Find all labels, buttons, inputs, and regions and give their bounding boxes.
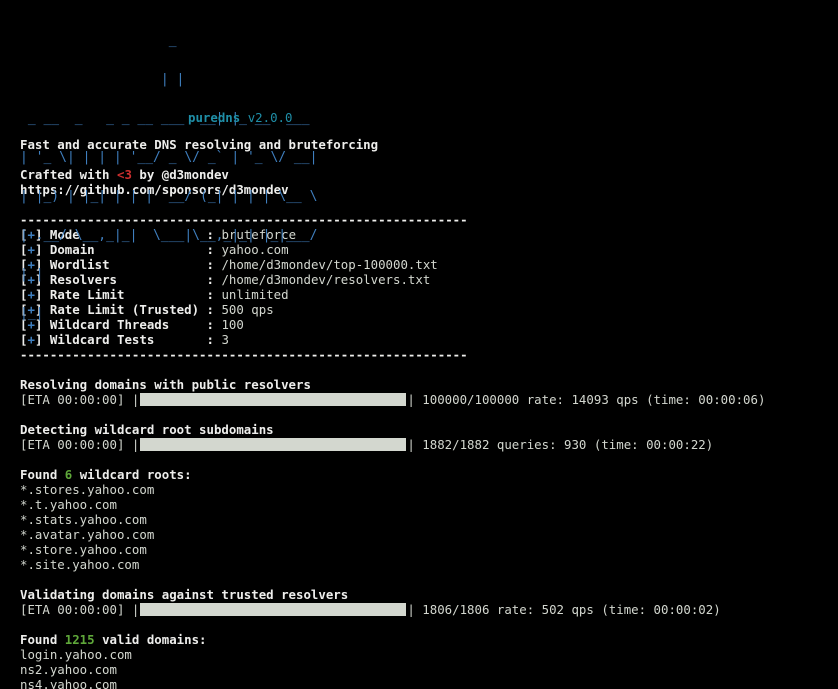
banner-line: | | — [20, 267, 44, 282]
progress-bar — [140, 393, 407, 406]
wildcard-item: *.site.yahoo.com — [20, 557, 140, 572]
progress-bar — [140, 603, 407, 616]
app-version: v2.0.0 — [247, 110, 293, 125]
app-name: puredns — [188, 110, 241, 125]
banner-line: _ — [20, 33, 177, 48]
valid-domain-item: ns4.yahoo.com — [20, 677, 117, 689]
banner-version: puredns v2.0.0 — [188, 110, 292, 125]
valid-suffix: valid domains: — [94, 632, 207, 647]
banner-line: |_| — [20, 306, 44, 321]
banner-line: | .__/ \__,_|_| \___|\__,_|_| |_|___/ — [20, 228, 318, 243]
eta-label: [ETA 00:00:00] — [20, 392, 125, 407]
progress-stats: 1806/1806 rate: 502 qps (time: 00:00:02) — [422, 602, 721, 617]
valid-prefix: Found — [20, 632, 65, 647]
progress-line: [ETA 00:00:00] | | 1882/1882 queries: 930… — [20, 437, 714, 452]
valid-domain-item: login.yahoo.com — [20, 647, 132, 662]
valid-count: 1215 — [64, 632, 95, 647]
wildcard-suffix: wildcard roots: — [72, 467, 192, 482]
terminal-window: _ | | _ __ _ _ _ __ ___ __| |_ __ ___ | … — [0, 0, 838, 689]
progress-stats: 100000/100000 rate: 14093 qps (time: 00:… — [422, 392, 766, 407]
ascii-banner: _ | | _ __ _ _ _ __ ___ __| |_ __ ___ | … — [20, 8, 838, 320]
progress-bar — [140, 438, 407, 451]
banner-line: | '_ \| | | | '__/ _ \/ _` | '_ \/ __| — [20, 150, 318, 165]
valid-domain-item: ns2.yahoo.com — [20, 662, 117, 677]
wildcard-item: *.stats.yahoo.com — [20, 512, 147, 527]
valid-heading: Found 1215 valid domains: — [20, 632, 838, 647]
banner-line: _ __ _ _ _ __ ___ __| |_ __ ___ — [20, 111, 310, 126]
eta-label: [ETA 00:00:00] — [20, 437, 125, 452]
progress-stats: 1882/1882 queries: 930 (time: 00:00:22) — [422, 437, 714, 452]
eta-label: [ETA 00:00:00] — [20, 602, 125, 617]
step-title: Detecting wildcard root subdomains — [20, 422, 274, 437]
wildcard-item: *.store.yahoo.com — [20, 542, 147, 557]
wildcard-item: *.stores.yahoo.com — [20, 482, 155, 497]
banner-line: | | — [20, 72, 185, 87]
step-title: Validating domains against trusted resol… — [20, 587, 349, 602]
progress-line: [ETA 00:00:00] | | 1806/1806 rate: 502 qp… — [20, 602, 721, 617]
step-title: Resolving domains with public resolvers — [20, 377, 311, 392]
wildcard-heading: Found 6 wildcard roots: — [20, 467, 838, 482]
wildcard-item: *.avatar.yahoo.com — [20, 527, 155, 542]
wildcard-prefix: Found — [20, 467, 65, 482]
progress-line: [ETA 00:00:00] | | 100000/100000 rate: 14… — [20, 392, 766, 407]
wildcard-item: *.t.yahoo.com — [20, 497, 117, 512]
banner-line: | |_) | |_| | | | __/ (_| | | | \__ \ — [20, 189, 318, 204]
